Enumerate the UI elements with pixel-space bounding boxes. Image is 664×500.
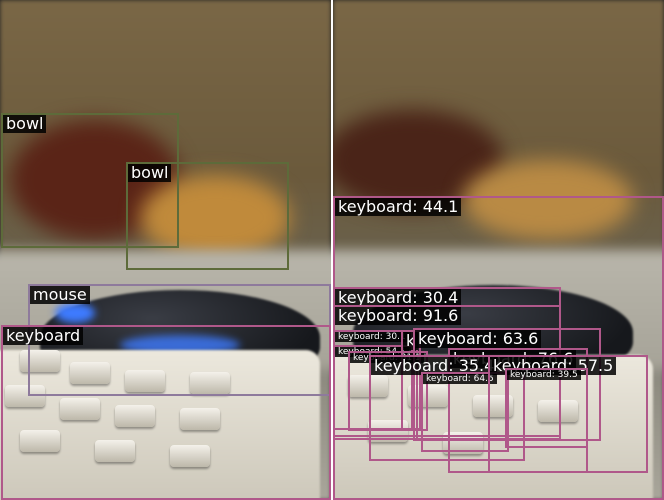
keyboard-score-label: keyboard: 39.5 <box>507 370 581 381</box>
keyboard-score-label: keyboard: 91.6 <box>335 306 462 326</box>
keyboard-label: keyboard <box>3 326 84 346</box>
bowl-bounding-box: bowl <box>126 162 289 270</box>
right-panel: keyboard: 44.1 keyboard: 30.4 keyboard: … <box>333 0 664 500</box>
keyboard-score-label: keyboard: 64.5 <box>423 374 497 385</box>
keyboard-score-label: keyboard: 30.1 <box>335 332 409 343</box>
bowl-label: bowl <box>3 114 47 134</box>
mouse-label: mouse <box>30 285 90 305</box>
bowl-label: bowl <box>128 163 172 183</box>
keyboard-score-label: keyboard: 44.1 <box>335 197 462 217</box>
keyboard-score-label: keyboard: 63.6 <box>415 329 542 349</box>
keyboard-bounding-box: keyboard <box>1 325 331 500</box>
left-panel: bowl bowl mouse keyboard <box>0 0 331 500</box>
keyboard-bounding-box: keyboard: 39.5 <box>505 368 588 448</box>
